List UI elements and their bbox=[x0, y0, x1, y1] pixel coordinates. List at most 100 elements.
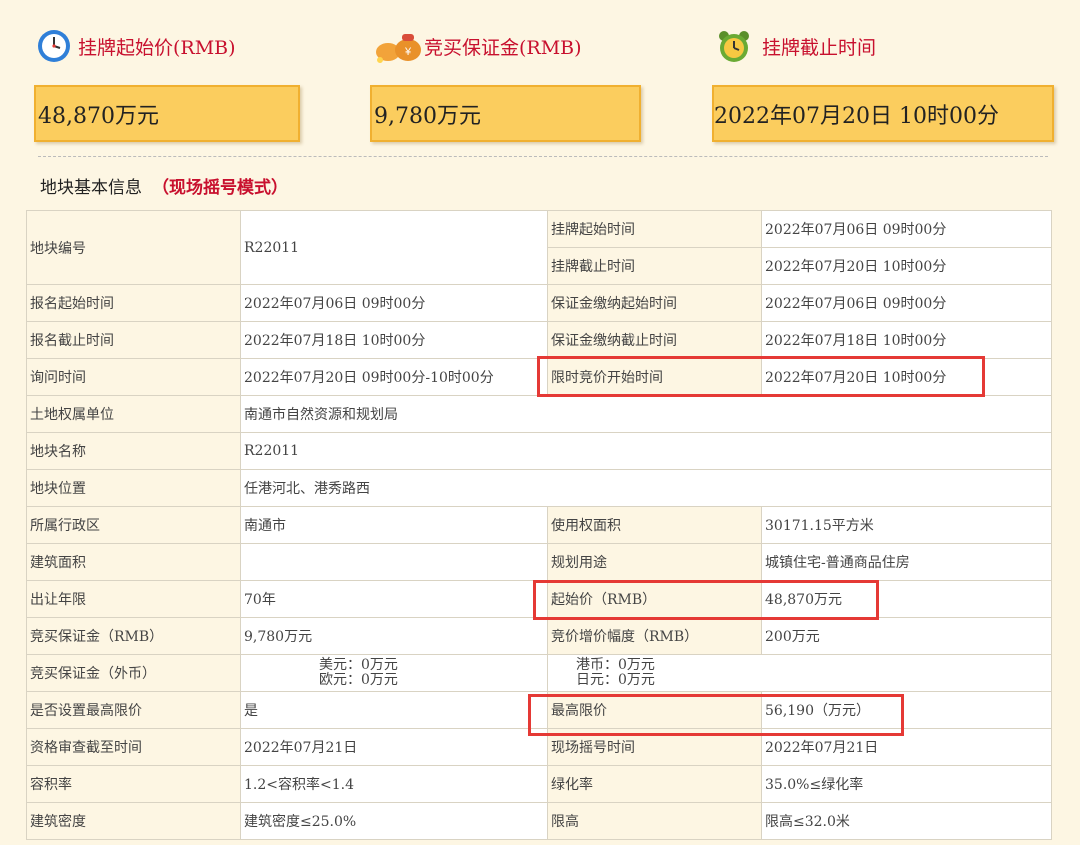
table-row: 询问时间 2022年07月20日 09时00分-10时00分 限时竞价开始时间 … bbox=[26, 358, 1052, 396]
money-bag-icon: ¥ bbox=[376, 34, 421, 63]
auction-mode: （现场摇号模式） bbox=[152, 178, 288, 198]
starting-price-value-box: 48,870万元 bbox=[34, 85, 300, 142]
field-value: R22011 bbox=[240, 210, 548, 285]
foreign-deposit-right: 港币：0万元 日元：0万元 bbox=[547, 654, 1052, 692]
field-value: 48,870万元 bbox=[761, 580, 1052, 618]
field-value: 南通市 bbox=[240, 506, 548, 544]
field-label: 资格审查截至时间 bbox=[26, 728, 241, 766]
field-label: 报名截止时间 bbox=[26, 321, 241, 359]
section-title: 地块基本信息 （现场摇号模式） bbox=[40, 173, 288, 198]
table-row: 建筑面积 规划用途 城镇住宅-普通商品住房 bbox=[26, 543, 1052, 581]
field-label: 容积率 bbox=[26, 765, 241, 803]
field-label: 现场摇号时间 bbox=[547, 728, 762, 766]
field-label: 保证金缴纳起始时间 bbox=[547, 284, 762, 322]
field-value: 2022年07月18日 10时00分 bbox=[761, 321, 1052, 359]
clock-icon bbox=[38, 30, 70, 62]
field-label: 竞价增价幅度（RMB） bbox=[547, 617, 762, 655]
deadline-label: 挂牌截止时间 bbox=[762, 36, 877, 59]
field-label: 保证金缴纳截止时间 bbox=[547, 321, 762, 359]
table-row: 是否设置最高限价 是 最高限价 56,190（万元） bbox=[26, 691, 1052, 729]
field-value: 9,780万元 bbox=[240, 617, 548, 655]
field-label: 限高 bbox=[547, 802, 762, 840]
table-row: 地块名称 R22011 bbox=[26, 432, 1052, 470]
field-value: 限高≤32.0米 bbox=[761, 802, 1052, 840]
field-label: 竞买保证金（RMB） bbox=[26, 617, 241, 655]
deadline-value: 2022年07月20日 10时00分 bbox=[714, 103, 999, 129]
field-label: 使用权面积 bbox=[547, 506, 762, 544]
usd-deposit: 美元：0万元 bbox=[319, 657, 398, 673]
field-label: 是否设置最高限价 bbox=[26, 691, 241, 729]
field-value: 2022年07月06日 09时00分 bbox=[761, 210, 1052, 248]
field-value bbox=[240, 543, 548, 581]
field-label: 限时竞价开始时间 bbox=[547, 358, 762, 396]
hkd-deposit: 港币：0万元 bbox=[576, 657, 655, 673]
field-value: 35.0%≤绿化率 bbox=[761, 765, 1052, 803]
table-row: 土地权属单位 南通市自然资源和规划局 bbox=[26, 395, 1052, 433]
field-value: 是 bbox=[240, 691, 548, 729]
divider bbox=[38, 156, 1048, 157]
field-label: 出让年限 bbox=[26, 580, 241, 618]
field-label: 建筑密度 bbox=[26, 802, 241, 840]
field-label: 报名起始时间 bbox=[26, 284, 241, 322]
field-value: 建筑密度≤25.0% bbox=[240, 802, 548, 840]
field-value: 56,190（万元） bbox=[761, 691, 1052, 729]
svg-text:¥: ¥ bbox=[404, 46, 412, 58]
eur-deposit: 欧元：0万元 bbox=[319, 672, 398, 688]
field-value: 2022年07月21日 bbox=[240, 728, 548, 766]
table-row: 地块编号 R22011 挂牌起始时间 2022年07月06日 09时00分 bbox=[26, 210, 1052, 285]
field-label: 竞买保证金（外币） bbox=[26, 654, 241, 692]
field-value: 任港河北、港秀路西 bbox=[240, 469, 1052, 507]
starting-price-label: 挂牌起始价(RMB) bbox=[78, 36, 236, 59]
field-value: R22011 bbox=[240, 432, 1052, 470]
field-label: 询问时间 bbox=[26, 358, 241, 396]
table-row: 出让年限 70年 起始价（RMB） 48,870万元 bbox=[26, 580, 1052, 618]
alarm-clock-icon bbox=[719, 31, 749, 62]
deposit-label: 竞买保证金(RMB) bbox=[424, 36, 582, 59]
table-row: 竞买保证金（外币） 美元：0万元 欧元：0万元 港币：0万元 日元：0万元 bbox=[26, 654, 1052, 692]
field-label: 建筑面积 bbox=[26, 543, 241, 581]
field-label: 挂牌截止时间 bbox=[547, 247, 762, 285]
field-value: 2022年07月20日 10时00分 bbox=[761, 247, 1052, 285]
deposit-header: ¥ 竞买保证金(RMB) bbox=[372, 28, 582, 64]
deposit-value: 9,780万元 bbox=[374, 103, 481, 129]
field-label: 所属行政区 bbox=[26, 506, 241, 544]
land-info-table: 地块编号 R22011 挂牌起始时间 2022年07月06日 09时00分 挂牌… bbox=[26, 210, 1052, 840]
field-value: 2022年07月20日 09时00分-10时00分 bbox=[240, 358, 548, 396]
table-row: 所属行政区 南通市 使用权面积 30171.15平方米 bbox=[26, 506, 1052, 544]
field-value: 30171.15平方米 bbox=[761, 506, 1052, 544]
field-label: 地块位置 bbox=[26, 469, 241, 507]
field-value: 1.2<容积率<1.4 bbox=[240, 765, 548, 803]
field-label: 最高限价 bbox=[547, 691, 762, 729]
foreign-deposit-left: 美元：0万元 欧元：0万元 bbox=[240, 654, 548, 692]
field-value: 200万元 bbox=[761, 617, 1052, 655]
deadline-value-box: 2022年07月20日 10时00分 bbox=[712, 85, 1054, 142]
field-label: 地块编号 bbox=[26, 210, 241, 285]
deadline-header: 挂牌截止时间 bbox=[716, 28, 876, 64]
field-value: 70年 bbox=[240, 580, 548, 618]
field-label: 起始价（RMB） bbox=[547, 580, 762, 618]
field-value: 2022年07月20日 10时00分 bbox=[761, 358, 1052, 396]
field-label: 规划用途 bbox=[547, 543, 762, 581]
field-value: 城镇住宅-普通商品住房 bbox=[761, 543, 1052, 581]
field-value: 2022年07月06日 09时00分 bbox=[761, 284, 1052, 322]
table-row: 竞买保证金（RMB） 9,780万元 竞价增价幅度（RMB） 200万元 bbox=[26, 617, 1052, 655]
starting-price-header: 挂牌起始价(RMB) bbox=[36, 28, 236, 64]
field-label: 土地权属单位 bbox=[26, 395, 241, 433]
field-label: 绿化率 bbox=[547, 765, 762, 803]
table-row: 报名起始时间 2022年07月06日 09时00分 保证金缴纳起始时间 2022… bbox=[26, 284, 1052, 322]
table-row: 地块位置 任港河北、港秀路西 bbox=[26, 469, 1052, 507]
field-label: 挂牌起始时间 bbox=[547, 210, 762, 248]
field-value: 南通市自然资源和规划局 bbox=[240, 395, 1052, 433]
table-row: 报名截止时间 2022年07月18日 10时00分 保证金缴纳截止时间 2022… bbox=[26, 321, 1052, 359]
deposit-value-box: 9,780万元 bbox=[370, 85, 641, 142]
section-title-text: 地块基本信息 bbox=[40, 178, 142, 198]
field-value: 2022年07月06日 09时00分 bbox=[240, 284, 548, 322]
table-row: 建筑密度 建筑密度≤25.0% 限高 限高≤32.0米 bbox=[26, 802, 1052, 840]
starting-price-value: 48,870万元 bbox=[38, 103, 159, 129]
jpy-deposit: 日元：0万元 bbox=[576, 672, 655, 688]
field-label: 地块名称 bbox=[26, 432, 241, 470]
table-row: 容积率 1.2<容积率<1.4 绿化率 35.0%≤绿化率 bbox=[26, 765, 1052, 803]
field-value: 2022年07月18日 10时00分 bbox=[240, 321, 548, 359]
table-row: 资格审查截至时间 2022年07月21日 现场摇号时间 2022年07月21日 bbox=[26, 728, 1052, 766]
field-value: 2022年07月21日 bbox=[761, 728, 1052, 766]
